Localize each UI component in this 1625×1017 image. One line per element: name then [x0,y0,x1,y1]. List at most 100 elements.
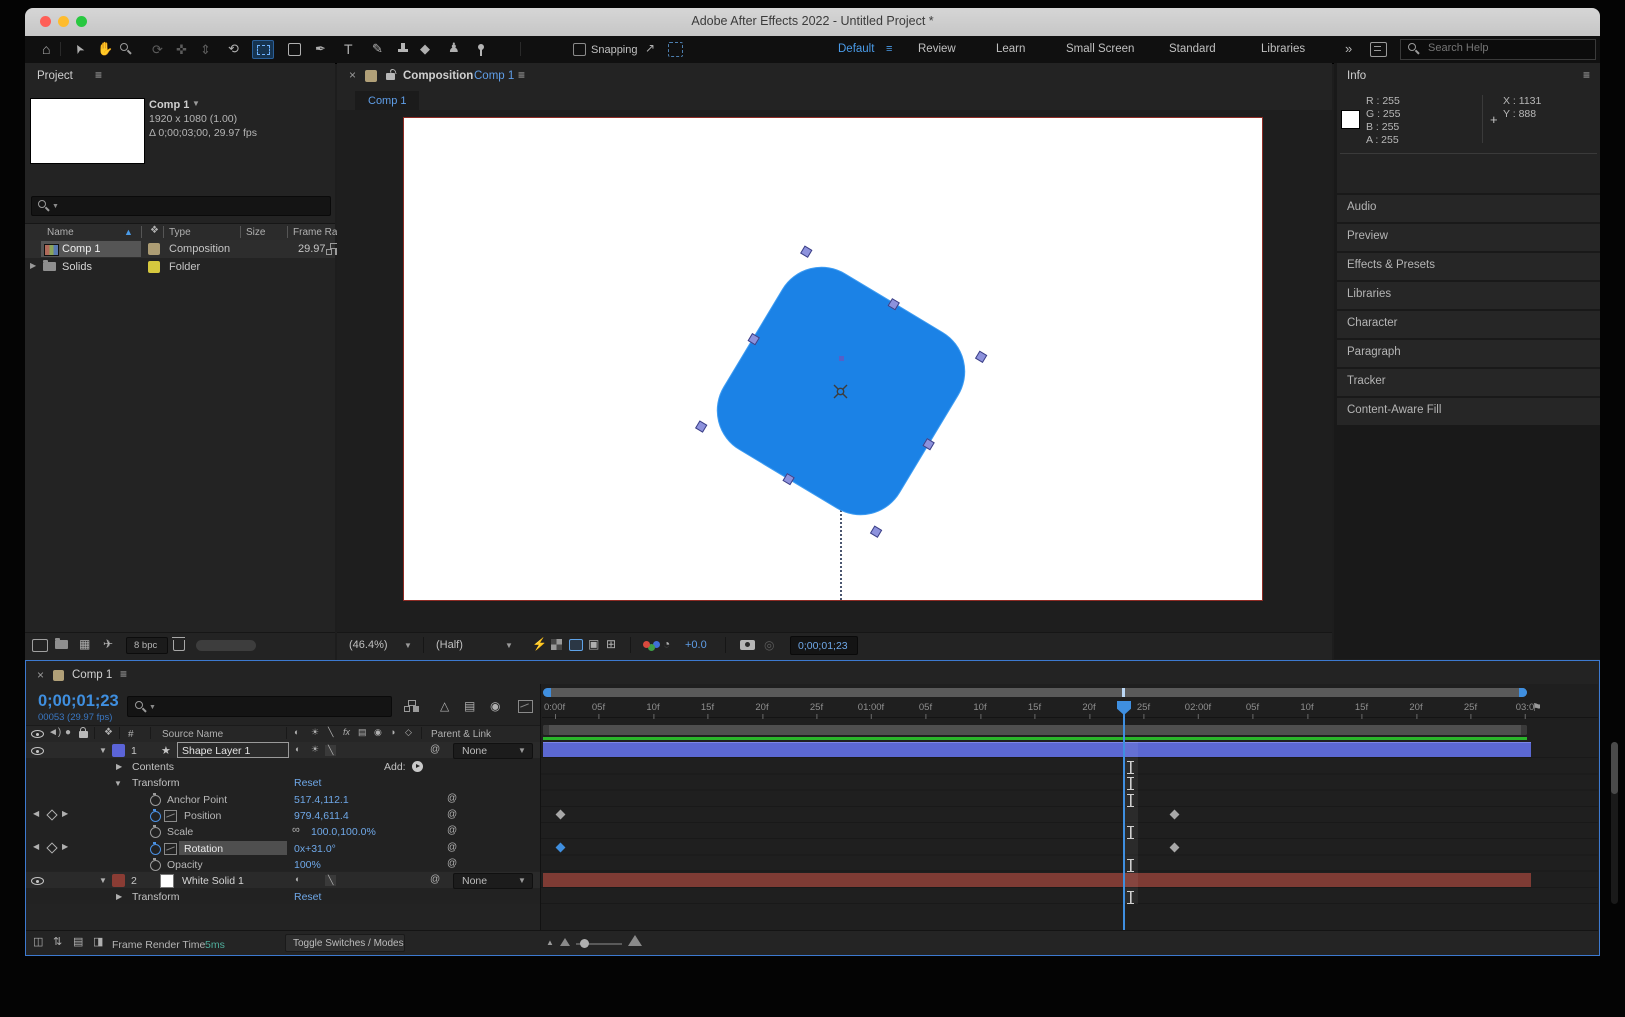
timeline-navigator-bar[interactable] [543,688,1527,697]
position-prev-keyframe-icon[interactable]: ◀ [33,810,39,818]
expand-transfer-controls-icon[interactable]: ⇅ [53,937,62,948]
layer1-visibility-toggle[interactable] [31,744,44,756]
workspace-libraries[interactable]: Libraries [1261,43,1305,55]
resolution-caret-icon[interactable]: ▼ [505,641,513,650]
workspace-menu-icon[interactable]: ≡ [886,43,892,55]
scale-pickwhip-icon[interactable]: @ [447,826,457,836]
composition-panel-menu-icon[interactable]: ≡ [518,69,525,81]
layer1-pickwhip-icon[interactable]: @ [430,745,440,755]
rotation-pickwhip-icon[interactable]: @ [447,843,457,853]
layer1-parent-caret-icon[interactable]: ▼ [518,746,526,755]
project-col-frame-rate[interactable]: Frame Ra.. [293,227,343,238]
lock-icon[interactable] [386,73,395,80]
source-name-column-header[interactable]: Source Name [162,729,223,740]
puppet-pin-tool-icon[interactable] [478,44,484,50]
close-panel-icon[interactable]: × [37,668,44,682]
fast-preview-icon[interactable]: ⚡ [532,638,547,650]
timeline-vscrollbar-thumb[interactable] [1611,742,1618,794]
panel-tab-audio[interactable] [1337,195,1600,222]
opacity-stopwatch-icon[interactable] [150,860,161,871]
timeline-panel-menu-icon[interactable]: ≡ [120,668,127,680]
anchor-stopwatch-icon[interactable] [150,795,161,806]
roto-brush-tool-icon[interactable]: ♟ [448,41,460,54]
transform-box-tool-icon[interactable] [252,40,274,59]
magnification-caret-icon[interactable]: ▼ [404,641,412,650]
snapping-checkbox[interactable] [573,43,586,56]
opacity-pickwhip-icon[interactable]: @ [447,859,457,869]
project-col-size[interactable]: Size [246,227,265,238]
guides-icon[interactable]: ▣ [588,638,599,650]
layer2-name[interactable]: White Solid 1 [182,875,244,887]
layer1-name[interactable]: Shape Layer 1 [182,745,250,757]
rotation-graph-icon[interactable] [164,843,177,855]
close-panel-icon[interactable]: × [349,68,356,82]
delete-icon[interactable] [173,640,185,651]
anchor-value[interactable]: 517.4,112.1 [294,794,349,806]
project-panel-menu-icon[interactable]: ≡ [95,69,102,81]
position-label[interactable]: Position [184,810,221,822]
rotation-prev-keyframe-icon[interactable]: ◀ [33,843,39,851]
draft-3d-icon[interactable]: △ [440,700,449,712]
hand-tool-icon[interactable]: ✋ [97,42,113,55]
dolly-camera-tool-icon[interactable]: ⇕ [200,42,211,58]
panel-tab-label[interactable]: Preview [1347,230,1388,242]
anchor-label[interactable]: Anchor Point [167,794,227,806]
comp-marker-bin-icon[interactable]: ⚑ [1532,701,1542,714]
label-color-chip[interactable] [148,261,160,273]
expand-inout-panes-icon[interactable]: ▤ [73,937,83,948]
contents-expander-icon[interactable]: ▶ [116,762,122,771]
panel-tab-label[interactable]: Audio [1347,201,1376,213]
workspace-settings-icon[interactable] [1370,42,1387,57]
composition-panel-comp-name[interactable]: Comp 1 [474,70,514,82]
brush-tool-icon[interactable]: ✎ [372,42,383,55]
transform2-label[interactable]: Transform [132,891,179,903]
panel-tab-label[interactable]: Effects & Presets [1347,259,1435,271]
panel-tab-label[interactable]: Paragraph [1347,346,1401,358]
layer1-collapse-icon[interactable]: ☀ [311,745,319,754]
resolution-dropdown[interactable]: (Half) [436,639,463,651]
layer2-visibility-toggle[interactable] [31,874,44,886]
workspace-default[interactable]: Default [838,43,874,55]
position-next-keyframe-icon[interactable]: ▶ [62,810,68,818]
project-search-field[interactable] [31,196,331,216]
orbit-camera-tool-icon[interactable]: ⟳ [152,42,163,58]
work-area-start-handle[interactable] [543,725,549,735]
opacity-label[interactable]: Opacity [167,859,203,871]
interpret-footage-icon[interactable] [32,639,48,652]
opacity-value[interactable]: 100% [294,859,321,871]
show-snapshot-icon[interactable]: ◎ [764,638,774,652]
composition-mini-flowchart-icon[interactable] [404,700,419,712]
layer2-pickwhip-icon[interactable]: @ [430,875,440,885]
playhead-line[interactable] [1123,713,1125,930]
rotation-value[interactable]: 0x+31.0° [294,843,336,855]
transform1-reset[interactable]: Reset [294,777,321,789]
workspace-small-screen[interactable]: Small Screen [1066,43,1134,55]
magnification-dropdown[interactable]: (46.4%) [349,639,388,651]
help-search-input[interactable] [1426,41,1590,55]
exposure-icon[interactable]: ◔ [663,638,670,650]
frame-blending-icon[interactable]: ▤ [464,700,475,712]
project-row1-name[interactable]: Comp 1 [62,243,101,255]
shape-tool-icon[interactable] [288,43,301,56]
navigator-start-handle[interactable] [543,688,551,697]
layer2-expander-icon[interactable]: ▼ [99,876,107,885]
layer1-expander-icon[interactable]: ▼ [99,746,107,755]
mask-visibility-icon[interactable] [569,639,583,651]
layer2-parent-caret-icon[interactable]: ▼ [518,876,526,885]
expand-arrow-icon[interactable]: ▶ [30,261,36,270]
project-flowchart-icon[interactable]: ✈ [103,638,113,650]
exposure-value[interactable]: +0.0 [685,639,707,651]
position-stopwatch-icon[interactable] [150,811,161,822]
transform2-reset[interactable]: Reset [294,891,321,903]
clone-stamp-tool-icon[interactable] [398,49,408,52]
project-row2-name[interactable]: Solids [62,261,92,273]
home-icon[interactable]: ⌂ [42,42,50,56]
layer2-color-chip[interactable] [112,874,125,887]
viewer-timecode[interactable]: 0;00;01;23 [798,640,848,652]
expand-modes-icon[interactable]: ◨ [93,937,103,948]
type-tool-icon[interactable]: T [344,42,353,56]
zoom-in-mountain-icon[interactable] [628,935,642,946]
panel-tab-label[interactable]: Tracker [1347,375,1386,387]
work-area-end-handle[interactable] [1521,725,1527,735]
position-graph-icon[interactable] [164,810,177,822]
